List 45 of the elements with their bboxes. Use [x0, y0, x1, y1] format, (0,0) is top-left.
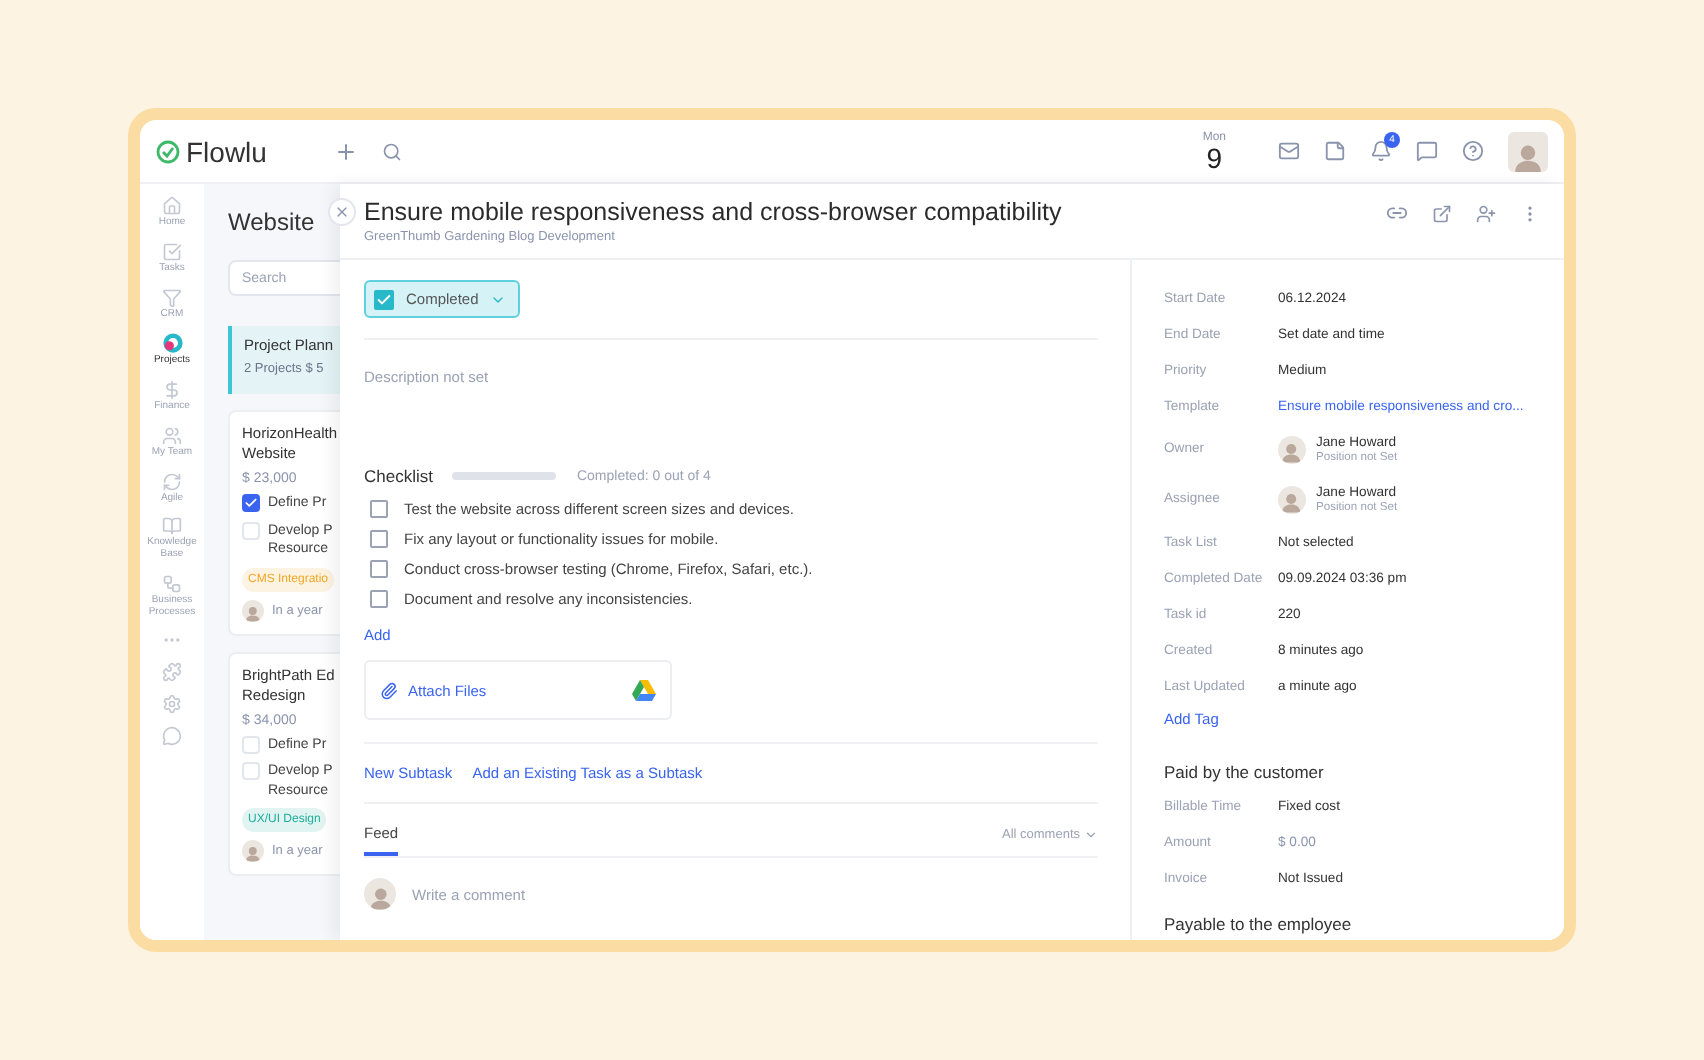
- avatar: [1278, 435, 1306, 463]
- nav-icon: [162, 573, 182, 594]
- checklist-checkbox[interactable]: [370, 500, 388, 518]
- drive-icon[interactable]: [632, 679, 656, 701]
- add-user-icon[interactable]: [1476, 202, 1496, 224]
- nav-icon: [162, 241, 182, 262]
- nav-icon: [162, 380, 182, 400]
- avatar: [242, 599, 264, 622]
- search-icon[interactable]: [382, 141, 403, 161]
- chat-bubble-icon[interactable]: [162, 726, 182, 747]
- link-icon[interactable]: [1386, 202, 1408, 224]
- puzzle-icon[interactable]: [162, 662, 182, 683]
- checklist-title: Checklist: [364, 466, 433, 486]
- external-link-icon[interactable]: [1432, 202, 1452, 224]
- ring-icon: [161, 332, 183, 355]
- day-number: 9: [1206, 143, 1223, 171]
- chat-icon[interactable]: [1416, 140, 1438, 162]
- note-icon[interactable]: [1324, 140, 1346, 162]
- checklist-checkbox[interactable]: [370, 560, 388, 578]
- mail-icon[interactable]: [1278, 140, 1300, 162]
- checklist-checkbox[interactable]: [370, 590, 388, 608]
- settings-icon[interactable]: [162, 694, 182, 715]
- chevron-down-icon: [1084, 828, 1098, 842]
- task-title: Ensure mobile responsiveness and cross-browser compatibility: [364, 198, 1064, 226]
- user-avatar[interactable]: [1508, 131, 1548, 171]
- close-button[interactable]: [328, 198, 356, 226]
- nav-icon: [162, 425, 182, 446]
- section-title: Paid by the customer: [1164, 762, 1326, 782]
- list-title: Website: [228, 206, 315, 240]
- section-title: Payable to the employee: [1164, 914, 1354, 934]
- close-icon: [334, 204, 350, 220]
- logo-icon: [156, 139, 180, 163]
- task-checkbox[interactable]: [242, 494, 260, 513]
- nav-icon: [162, 287, 182, 307]
- logo: Flowlu: [156, 135, 267, 167]
- nav-icon: [162, 196, 182, 216]
- add-icon[interactable]: [334, 139, 359, 163]
- checklist-checkbox[interactable]: [370, 530, 388, 548]
- paperclip-icon: [380, 681, 398, 699]
- avatar: [1278, 485, 1306, 513]
- help-icon[interactable]: [1462, 140, 1484, 162]
- nav-icon: [162, 516, 182, 537]
- avatar: [364, 878, 396, 910]
- avatar: [242, 840, 264, 863]
- nav-icon: [162, 471, 182, 491]
